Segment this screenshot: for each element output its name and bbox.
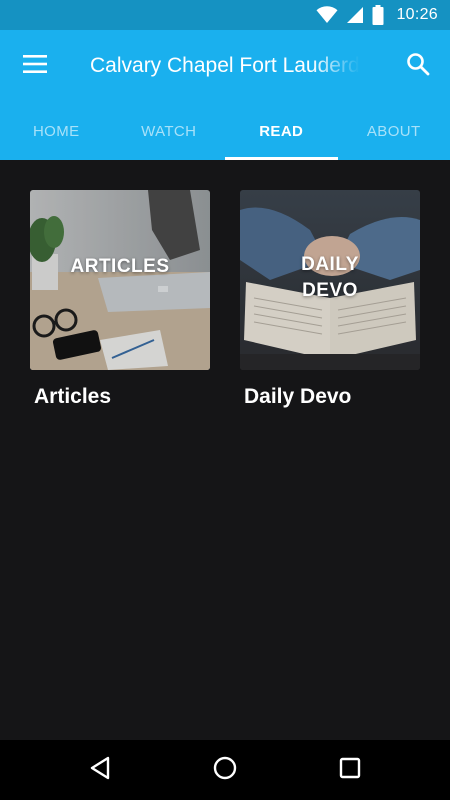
card-articles[interactable]: ARTICLES Articles [30,190,210,409]
articles-thumbnail[interactable]: ARTICLES [30,190,210,370]
status-time: 10:26 [396,6,438,23]
search-icon [406,52,430,81]
battery-icon [372,5,384,25]
search-button[interactable] [400,48,436,84]
daily-devo-overlay-line2: DEVO [302,280,358,301]
home-button[interactable] [209,754,241,786]
tab-read[interactable]: READ [225,102,338,160]
system-nav-bar [0,740,450,800]
wifi-icon [316,6,338,24]
card-daily-devo[interactable]: DAILY DEVO Daily Devo [240,190,420,409]
recents-button[interactable] [334,754,366,786]
back-button[interactable] [84,754,116,786]
articles-overlay-label: ARTICLES [70,256,170,277]
status-bar: 10:26 [0,0,450,30]
tab-home[interactable]: HOME [0,102,113,160]
daily-devo-caption[interactable]: Daily Devo [244,385,420,409]
recents-icon [339,757,361,784]
articles-caption[interactable]: Articles [34,385,210,409]
tab-bar: HOME WATCH READ ABOUT [0,102,450,160]
articles-image [30,190,210,370]
daily-devo-thumbnail[interactable]: DAILY DEVO [240,190,420,370]
hamburger-menu-icon [23,54,47,78]
tab-about[interactable]: ABOUT [338,102,450,160]
daily-devo-overlay-label: DAILY DEVO [240,252,420,304]
home-icon [213,756,237,785]
signal-icon [346,6,364,24]
app-title: Calvary Chapel Fort Lauderdale [90,54,360,77]
menu-button[interactable] [0,30,70,102]
back-icon [89,756,111,785]
tab-watch[interactable]: WATCH [113,102,226,160]
app-bar: Calvary Chapel Fort Lauderdale [0,30,450,102]
daily-devo-overlay-line1: DAILY [301,254,359,275]
